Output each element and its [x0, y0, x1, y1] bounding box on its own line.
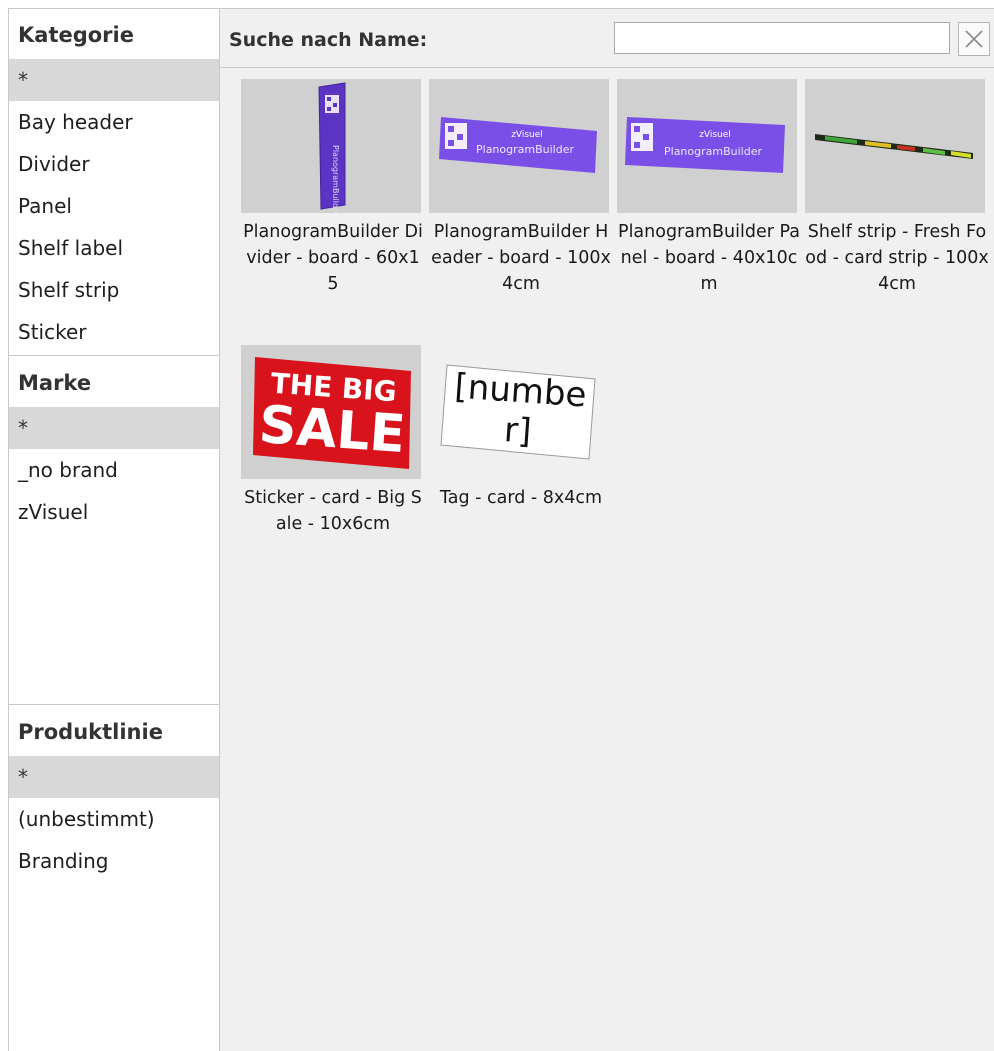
product-tile[interactable]: Shelf strip - Fresh Food - card strip - … — [805, 79, 989, 297]
panel-brand-text: zVisuel — [699, 130, 731, 140]
filter-item-shelf-label[interactable]: Shelf label — [9, 227, 219, 269]
divider-board-image: PlanogramBuilder — [318, 82, 346, 213]
product-thumbnail: THE BIG SALE — [241, 345, 421, 479]
tag-card-image: [number] — [440, 364, 596, 460]
shelf-strip-image — [815, 134, 973, 159]
filter-item-divider[interactable]: Divider — [9, 143, 219, 185]
tag-placeholder-text: [number] — [453, 366, 588, 452]
product-name: PlanogramBuilder Panel - board - 40x10cm — [618, 222, 800, 294]
product-name: Tag - card - 8x4cm — [439, 488, 603, 508]
product-thumbnail: zVisuel PlanogramBuilder — [617, 79, 797, 213]
product-name: Sticker - card - Big Sale - 10x6cm — [244, 488, 422, 534]
big-sale-sticker-image: THE BIG SALE — [253, 357, 411, 469]
product-name: PlanogramBuilder Divider - board - 60x15 — [243, 222, 423, 294]
product-name: Shelf strip - Fresh Food - card strip - … — [805, 222, 989, 294]
product-thumbnail: PlanogramBuilder — [241, 79, 421, 213]
filter-group-title: Kategorie — [18, 23, 134, 47]
filter-item-bay-header[interactable]: Bay header — [9, 101, 219, 143]
filter-group-title: Produktlinie — [18, 720, 163, 744]
group-divider — [9, 704, 219, 705]
filter-item-panel[interactable]: Panel — [9, 185, 219, 227]
filter-item-all[interactable]: * — [9, 756, 219, 798]
filter-item-all[interactable]: * — [9, 407, 219, 449]
filter-group-title: Marke — [18, 371, 92, 395]
search-label: Suche nach Name: — [229, 29, 428, 51]
filter-item-unbestimmt[interactable]: (unbestimmt) — [9, 798, 219, 840]
product-name: PlanogramBuilder Header - board - 100x4c… — [431, 222, 611, 294]
product-tile[interactable]: zVisuel PlanogramBuilder PlanogramBuilde… — [617, 79, 801, 297]
divider-logo-text: PlanogramBuilder — [331, 145, 340, 213]
search-bar: Suche nach Name: — [220, 9, 994, 68]
clear-search-button[interactable] — [958, 22, 990, 56]
filter-item-sticker[interactable]: Sticker — [9, 311, 219, 353]
filter-group-kategorie: Kategorie * Bay header Divider Panel She… — [9, 9, 219, 353]
search-input[interactable] — [614, 22, 950, 54]
filter-group-produktlinie: Produktlinie * (unbestimmt) Branding — [9, 706, 219, 882]
product-thumbnail — [805, 79, 985, 213]
filter-sidebar: Kategorie * Bay header Divider Panel She… — [8, 8, 219, 1051]
filter-item-shelf-strip[interactable]: Shelf strip — [9, 269, 219, 311]
sticker-line2-text: SALE — [257, 395, 407, 465]
filter-item-no-brand[interactable]: _no brand — [9, 449, 219, 491]
filter-item-zvisuel[interactable]: zVisuel — [9, 491, 219, 533]
header-product-text: PlanogramBuilder — [476, 143, 574, 156]
product-browser: Suche nach Name: PlanogramBuilder Planog… — [219, 8, 994, 1051]
product-tile[interactable]: PlanogramBuilder PlanogramBuilder Divide… — [241, 79, 425, 297]
product-thumbnail: [number] — [429, 345, 609, 479]
close-icon — [965, 30, 983, 48]
product-tile[interactable]: THE BIG SALE Sticker - card - Big Sale -… — [241, 345, 425, 537]
product-tile[interactable]: zVisuel PlanogramBuilder PlanogramBuilde… — [429, 79, 613, 297]
filter-item-branding[interactable]: Branding — [9, 840, 219, 882]
filter-group-marke: Marke * _no brand zVisuel — [9, 357, 219, 533]
group-divider — [9, 355, 219, 356]
panel-product-text: PlanogramBuilder — [664, 145, 762, 158]
header-brand-text: zVisuel — [511, 130, 543, 140]
product-tile[interactable]: [number] Tag - card - 8x4cm — [429, 345, 613, 511]
product-thumbnail: zVisuel PlanogramBuilder — [429, 79, 609, 213]
filter-item-all[interactable]: * — [9, 59, 219, 101]
header-board-image: zVisuel PlanogramBuilder — [439, 117, 597, 173]
panel-board-image: zVisuel PlanogramBuilder — [625, 117, 785, 173]
